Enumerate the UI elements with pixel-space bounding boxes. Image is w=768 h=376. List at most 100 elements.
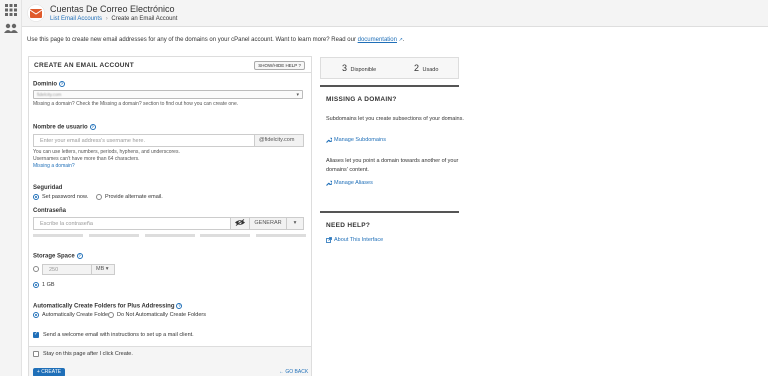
intro-text: Use this page to create new email addres… [27,37,358,43]
storage-unit: MB [96,266,105,272]
wrench-icon [326,180,332,186]
aliases-text: Aliases let you point a domain towards a… [326,158,459,173]
breadcrumb-current: Create an Email Account [111,16,178,22]
radio-alternate-email-label: Provide alternate email. [105,194,163,200]
section-divider [320,85,459,87]
subdomains-text: Subdomains let you create subsections of… [326,116,464,122]
grid-icon[interactable] [4,3,18,17]
domain-select-value: fidelcity.com [37,92,62,97]
stay-on-page-label: Stay on this page after I click Create. [43,351,133,357]
radio-empty-icon [108,312,114,318]
plus-addressing-label: Automatically Create Folders for Plus Ad… [33,303,183,310]
security-label: Seguridad [33,185,63,191]
radio-storage-limit-label: 1 GB [42,282,55,288]
storage-value: 250 [49,267,59,273]
email-usage-stats: 3 Disponible 2 Usado [320,57,459,79]
manage-subdomains-label: Manage Subdomains [334,137,386,143]
strength-segment [89,234,139,237]
breadcrumb-separator: › [105,16,108,22]
users-icon[interactable] [4,22,18,36]
eye-slash-icon [235,219,245,226]
strength-segment [145,234,195,237]
back-arrow-icon: ← [279,369,284,375]
storage-label: Storage Space? [33,253,83,260]
create-button-label: CREATE [41,369,62,375]
storage-label-text: Storage Space [33,253,75,260]
strength-segment [33,234,83,237]
caret-down-icon: ▾ [293,220,297,226]
external-link-icon [326,237,332,243]
username-label: Nombre de usuario? [33,124,96,131]
manage-aliases-label: Manage Aliases [334,180,373,186]
checkbox-checked-icon [33,331,39,338]
storage-input[interactable]: 250 [42,264,92,275]
left-rail [0,0,22,376]
section-divider [320,211,459,213]
welcome-email-checkbox[interactable]: Send a welcome email with instructions t… [33,331,194,338]
help-icon[interactable]: ? [59,81,65,87]
radio-no-auto-folders[interactable]: Do Not Automatically Create Folders [108,312,206,318]
page-header: Cuentas De Correo Electrónico List Email… [22,0,768,27]
username-note-1: You can use letters, numbers, periods, h… [33,149,180,155]
manage-aliases-link[interactable]: Manage Aliases [326,180,373,186]
domain-select[interactable]: fidelcity.com ▾ [33,90,303,99]
radio-set-password[interactable]: Set password now. [33,194,88,200]
username-label-text: Nombre de usuario [33,124,88,131]
missing-domain-link[interactable]: Missing a domain? [33,163,75,169]
page-title: Cuentas De Correo Electrónico [50,4,175,14]
used-count: 2 [414,63,420,73]
page-intro: Use this page to create new email addres… [27,37,405,43]
password-input[interactable]: Escribe la contraseña [33,217,231,230]
plus-icon: + [36,369,40,375]
used-label: Usado [422,67,439,73]
radio-storage-custom[interactable] [33,266,42,272]
username-input[interactable]: Enter your email address's username here… [33,134,255,147]
about-interface-label: About This Interface [334,237,384,243]
go-back-link[interactable]: ← GO BACK [279,369,308,375]
checkbox-empty-icon [33,351,39,357]
domain-label: Dominio? [33,81,65,88]
radio-auto-folders-label: Automatically Create Folders [42,312,113,318]
go-back-label: GO BACK [285,369,309,375]
radio-storage-limit[interactable]: 1 GB [33,282,55,288]
domain-suffix: @fidelcity.com [254,134,304,147]
radio-set-password-label: Set password now. [42,194,89,200]
create-button[interactable]: + CREATE [33,368,65,376]
about-interface-link[interactable]: About This Interface [326,237,383,243]
strength-segment [256,234,306,237]
strength-segment [200,234,250,237]
storage-unit-select[interactable]: MB ▾ [91,264,115,275]
available-stat: 3 Disponible [342,63,376,73]
radio-selected-icon [33,194,39,200]
panel-title: CREATE AN EMAIL ACCOUNT [34,62,135,69]
radio-empty-icon [96,194,102,200]
used-stat: 2 Usado [414,63,438,73]
breadcrumb: List Email Accounts › Create an Email Ac… [50,16,177,22]
generate-password-button[interactable]: GENERAR [249,217,287,230]
password-label: Contraseña [33,208,67,214]
radio-empty-icon [33,266,39,272]
username-placeholder: Enter your email address's username here… [40,138,145,144]
radio-alternate-email[interactable]: Provide alternate email. [96,194,163,200]
welcome-email-label: Send a welcome email with instructions t… [43,332,194,338]
radio-selected-icon [33,312,39,318]
available-label: Disponible [350,67,377,73]
toggle-visibility-button[interactable] [230,217,250,230]
plus-addressing-label-text: Automatically Create Folders for Plus Ad… [33,303,175,310]
need-help-heading: NEED HELP? [326,222,371,229]
help-icon[interactable]: ? [176,303,183,309]
available-count: 3 [342,63,348,73]
documentation-link[interactable]: documentation [358,37,397,43]
generate-options-button[interactable]: ▾ [286,217,304,230]
wrench-icon [326,137,332,143]
radio-no-auto-folders-label: Do Not Automatically Create Folders [117,312,206,318]
show-hide-help-button[interactable]: SHOW/HIDE HELP ? [254,61,305,70]
help-icon[interactable]: ? [89,124,96,130]
breadcrumb-list-email-accounts[interactable]: List Email Accounts [50,16,102,22]
manage-subdomains-link[interactable]: Manage Subdomains [326,137,386,143]
password-placeholder: Escribe la contraseña [40,221,93,227]
radio-selected-icon [33,282,39,288]
stay-on-page-checkbox[interactable]: Stay on this page after I click Create. [33,351,133,357]
radio-auto-folders[interactable]: Automatically Create Folders [33,312,113,318]
help-icon[interactable]: ? [76,253,83,259]
